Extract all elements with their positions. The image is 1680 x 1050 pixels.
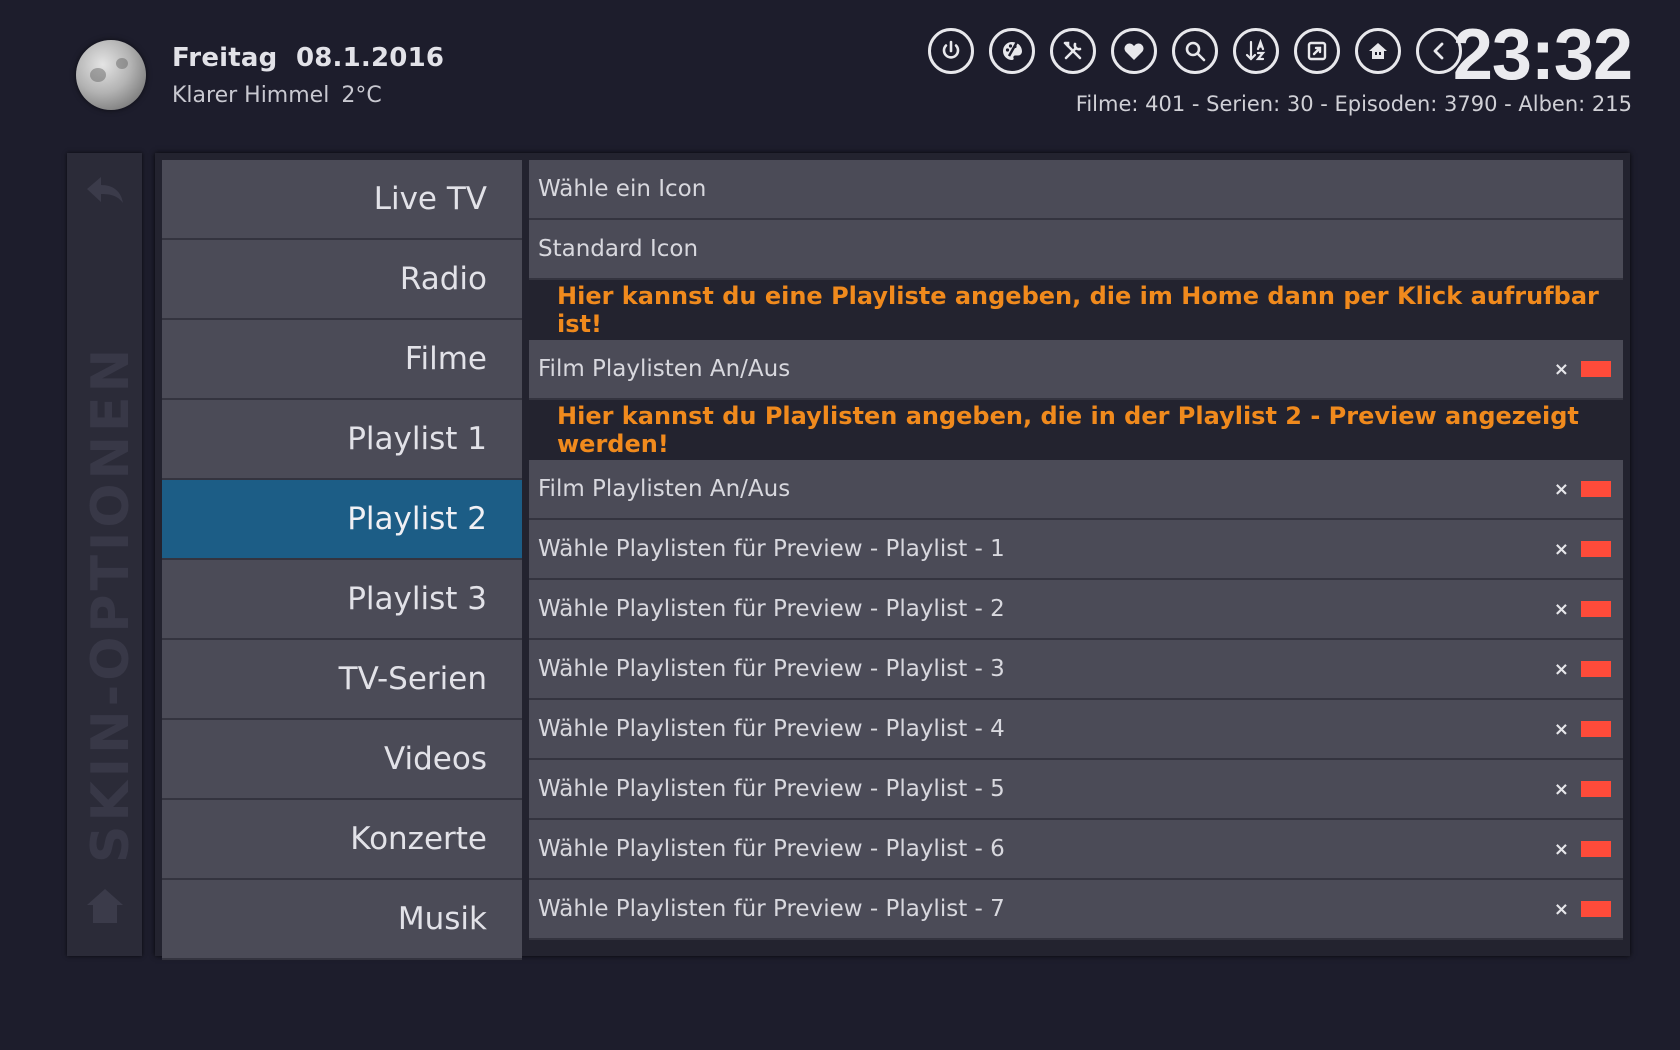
- weather-line: Klarer Himmel 2°C: [172, 83, 444, 108]
- side-strip: SKIN-OPTIONEN: [67, 153, 142, 956]
- film-playlist-toggle-row-2[interactable]: Film Playlisten An/Aus ×: [529, 460, 1623, 520]
- top-toolbar: [928, 28, 1477, 74]
- home-icon[interactable]: [83, 883, 127, 927]
- favourites-heart-icon[interactable]: [1111, 28, 1157, 74]
- toggle-off-indicator[interactable]: [1581, 901, 1611, 917]
- preview-playlist-row-5[interactable]: Wähle Playlisten für Preview - Playlist …: [529, 760, 1623, 820]
- temperature: 2°C: [341, 82, 382, 108]
- remove-icon[interactable]: ×: [1554, 659, 1569, 680]
- choose-icon-row[interactable]: Wähle ein Icon: [529, 160, 1623, 220]
- preview-playlist-row-2[interactable]: Wähle Playlisten für Preview - Playlist …: [529, 580, 1623, 640]
- remove-icon[interactable]: ×: [1554, 599, 1569, 620]
- menu-item-playlist-1[interactable]: Playlist 1: [162, 400, 522, 480]
- toggle-off-indicator[interactable]: [1581, 361, 1611, 377]
- skin-palette-icon[interactable]: [989, 28, 1035, 74]
- preview-playlist-row-7[interactable]: Wähle Playlisten für Preview - Playlist …: [529, 880, 1623, 940]
- toggle-off-indicator[interactable]: [1581, 481, 1611, 497]
- toggle-off-indicator[interactable]: [1581, 601, 1611, 617]
- date-value: 08.1.2016: [295, 42, 445, 73]
- settings-panel: Live TV Radio Filme Playlist 1 Playlist …: [155, 153, 1630, 960]
- menu-item-live-tv[interactable]: Live TV: [162, 160, 522, 240]
- category-menu: Live TV Radio Filme Playlist 1 Playlist …: [162, 160, 522, 960]
- toggle-off-indicator[interactable]: [1581, 721, 1611, 737]
- weather-widget: Freitag 08.1.2016 Klarer Himmel 2°C: [76, 40, 444, 110]
- remove-icon[interactable]: ×: [1554, 899, 1569, 920]
- toggle-off-indicator[interactable]: [1581, 661, 1611, 677]
- preview-playlist-row-1[interactable]: Wähle Playlisten für Preview - Playlist …: [529, 520, 1623, 580]
- home-house-icon[interactable]: [1355, 28, 1401, 74]
- sort-az-icon[interactable]: [1233, 28, 1279, 74]
- film-playlist-toggle-row[interactable]: Film Playlisten An/Aus ×: [529, 340, 1623, 400]
- menu-item-radio[interactable]: Radio: [162, 240, 522, 320]
- menu-item-tv-serien[interactable]: TV-Serien: [162, 640, 522, 720]
- menu-item-filme[interactable]: Filme: [162, 320, 522, 400]
- remove-icon[interactable]: ×: [1554, 539, 1569, 560]
- weather-description: Klarer Himmel: [172, 82, 330, 108]
- remove-icon[interactable]: ×: [1554, 779, 1569, 800]
- screenshot-icon[interactable]: [1294, 28, 1340, 74]
- library-stats: Filme: 401 - Serien: 30 - Episoden: 3790…: [1075, 92, 1632, 116]
- remove-icon[interactable]: ×: [1554, 359, 1569, 380]
- search-icon[interactable]: [1172, 28, 1218, 74]
- standard-icon-row[interactable]: Standard Icon: [529, 220, 1623, 280]
- preview-playlist-row-4[interactable]: Wähle Playlisten für Preview - Playlist …: [529, 700, 1623, 760]
- remove-icon[interactable]: ×: [1554, 479, 1569, 500]
- toggle-off-indicator[interactable]: [1581, 541, 1611, 557]
- moon-weather-icon: [76, 40, 146, 110]
- menu-item-playlist-3[interactable]: Playlist 3: [162, 560, 522, 640]
- info-text-2: Hier kannst du Playlisten angeben, die i…: [557, 402, 1579, 458]
- tools-icon[interactable]: [1050, 28, 1096, 74]
- preview-playlist-row-6[interactable]: Wähle Playlisten für Preview - Playlist …: [529, 820, 1623, 880]
- menu-item-konzerte[interactable]: Konzerte: [162, 800, 522, 880]
- clock: 23:32: [1452, 15, 1633, 95]
- menu-item-musik[interactable]: Musik: [162, 880, 522, 960]
- date-line: Freitag 08.1.2016: [172, 43, 444, 73]
- menu-item-playlist-2[interactable]: Playlist 2: [162, 480, 522, 560]
- preview-playlist-row-3[interactable]: Wähle Playlisten für Preview - Playlist …: [529, 640, 1623, 700]
- settings-list: Wähle ein Icon Standard Icon Hier kannst…: [529, 160, 1623, 940]
- info-text-1: Hier kannst du eine Playliste angeben, d…: [557, 282, 1599, 338]
- toggle-off-indicator[interactable]: [1581, 781, 1611, 797]
- back-icon[interactable]: [83, 171, 127, 211]
- date-day: Freitag: [172, 42, 278, 73]
- power-icon[interactable]: [928, 28, 974, 74]
- weather-text: Freitag 08.1.2016 Klarer Himmel 2°C: [172, 43, 444, 108]
- toggle-off-indicator[interactable]: [1581, 841, 1611, 857]
- menu-item-videos[interactable]: Videos: [162, 720, 522, 800]
- remove-icon[interactable]: ×: [1554, 719, 1569, 740]
- section-label: SKIN-OPTIONEN: [81, 344, 141, 863]
- remove-icon[interactable]: ×: [1554, 839, 1569, 860]
